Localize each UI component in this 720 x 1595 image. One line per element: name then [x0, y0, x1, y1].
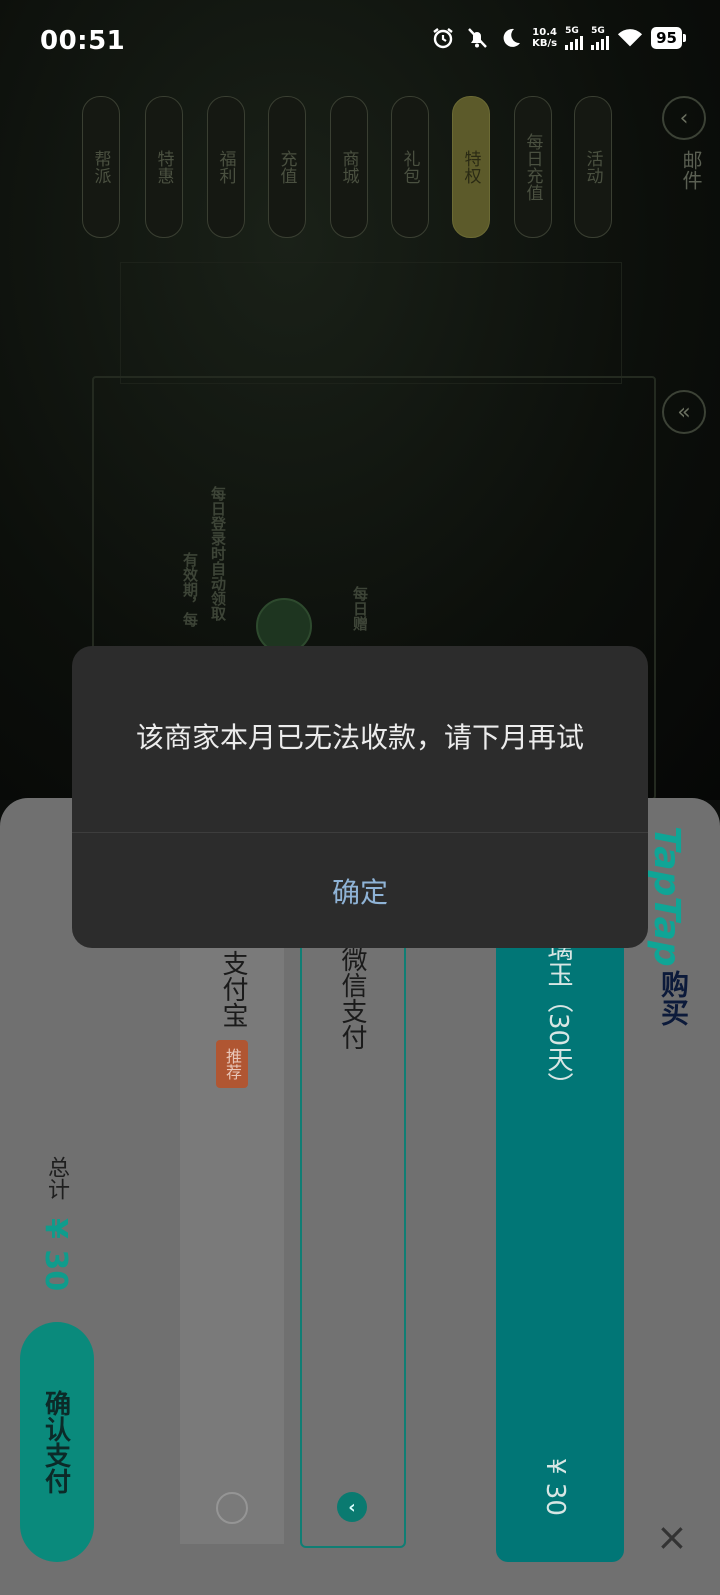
status-icons: 10.4 KB/s 5G 5G 95: [430, 25, 686, 51]
total-label: 总计: [44, 1156, 69, 1200]
game-tab: 礼包: [391, 96, 429, 238]
back-arrow-icon: ‹: [662, 96, 706, 140]
dialog-confirm-button[interactable]: 确定: [72, 834, 648, 948]
status-time: 00:51: [40, 26, 126, 56]
confirm-payment-button[interactable]: 确认支付: [20, 1322, 94, 1562]
mute-icon: [464, 25, 490, 51]
payment-option-alipay[interactable]: [180, 940, 284, 1544]
game-tab: 活动: [574, 96, 612, 238]
dialog-divider: [72, 832, 648, 833]
game-panel-text: 每日赠: [351, 586, 369, 631]
alert-dialog: 该商家本月已无法收款，请下月再试 确定: [72, 646, 648, 948]
brand-logo: TapTap: [646, 826, 687, 967]
close-icon[interactable]: ×: [656, 1518, 688, 1556]
game-tab: 每日充值: [514, 96, 552, 238]
status-bar: 00:51 10.4 KB/s 5G 5G 95: [0, 0, 720, 86]
wifi-icon: [617, 25, 643, 51]
radio-selected-icon[interactable]: ‹: [337, 1492, 367, 1522]
signal-icon: 5G: [591, 26, 610, 50]
game-side-label: 邮件: [679, 150, 703, 190]
dialog-message: 该商家本月已无法收款，请下月再试: [135, 721, 584, 754]
game-panel-frame: [120, 262, 622, 384]
game-panel-text: 有效期，每: [181, 552, 199, 627]
product-name: 璃玉（30天）: [543, 935, 573, 1099]
game-tab-active: 特权: [452, 96, 490, 238]
game-tab: 福利: [207, 96, 245, 238]
product-price: ¥ 30: [540, 1458, 570, 1516]
game-tab: 商城: [330, 96, 368, 238]
game-panel-text: 每日登录时自动领取: [209, 486, 227, 621]
total-value: ¥ 30: [38, 1218, 73, 1292]
game-tab: 帮派: [82, 96, 120, 238]
brand-subtitle: 购买: [657, 970, 690, 1026]
alarm-icon: [430, 25, 456, 51]
radio-unselected-icon[interactable]: [216, 1492, 248, 1524]
net-speed: 10.4 KB/s: [532, 27, 558, 49]
signal-icon: 5G: [565, 26, 584, 50]
game-tab: 特惠: [145, 96, 183, 238]
payment-option-label: 支付宝: [218, 950, 248, 1028]
recommend-badge: 推荐: [216, 1040, 248, 1088]
game-tab: 充值: [268, 96, 306, 238]
moon-icon: [498, 25, 524, 51]
back-arrow-icon: «: [662, 390, 706, 434]
payment-option-label: 微信支付: [337, 946, 367, 1050]
battery-icon: 95: [651, 27, 686, 49]
